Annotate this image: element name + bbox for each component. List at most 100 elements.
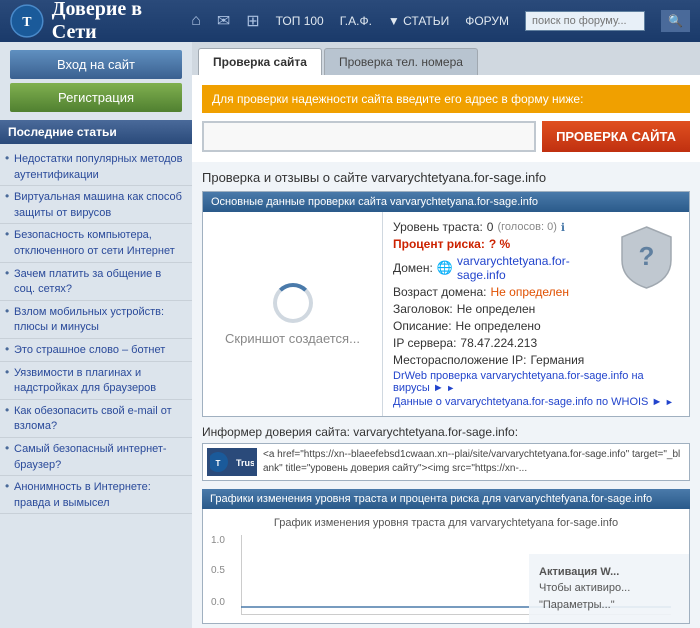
sidebar-article-item: Самый безопасный интернет-браузер? (0, 438, 192, 476)
sidebar-article-link-6[interactable]: Уязвимости в плагинах и надстройках для … (14, 367, 156, 395)
ip-row: IP сервера: 78.47.224.213 (393, 336, 679, 350)
graph-section: Графики изменения уровня траста и процен… (192, 485, 700, 628)
main-data-body: Скриншот создается... ? Уровень тра (203, 212, 689, 416)
email-icon[interactable]: ✉ (217, 11, 230, 31)
percent-value: ? % (489, 237, 510, 251)
y-label-2: 0.5 (211, 565, 225, 576)
sidebar-article-item: Анонимность в Интернете: правда и вымысе… (0, 476, 192, 514)
ip-label: IP сервера: (393, 336, 456, 350)
sidebar-article-link-3[interactable]: Зачем платить за общение в соц. сетях? (14, 268, 161, 296)
sidebar-article-link-9[interactable]: Анонимность в Интернете: правда и вымысе… (14, 481, 151, 509)
check-site-button[interactable]: ПРОВЕРКА САЙТА (542, 121, 690, 152)
activation-title: Активация W... (539, 564, 679, 581)
screenshot-text: Скриншот создается... (225, 331, 360, 346)
svg-text:?: ? (639, 241, 655, 271)
logo-area: Т Доверие в Сети (10, 0, 191, 44)
sidebar-article-item: Безопасность компьютера, отключенного от… (0, 224, 192, 262)
trust-votes: (голосов: 0) (497, 221, 556, 233)
check-section: Для проверки надежности сайта введите ег… (192, 75, 700, 162)
location-row: Месторасположение IP: Германия (393, 353, 679, 367)
top100-link[interactable]: ТОП 100 (276, 14, 324, 28)
sidebar-article-link-7[interactable]: Как обезопасить свой e-mail от взлома? (14, 405, 172, 433)
articles-link[interactable]: ▼ СТАТЬИ (388, 14, 449, 28)
header-row: Заголовок: Не определен (393, 302, 679, 316)
trust-shield-container: ? (619, 225, 674, 293)
activation-text2: "Параметры..." (539, 597, 679, 614)
sidebar-article-link-5[interactable]: Это страшное слово – ботнет (14, 344, 165, 356)
windows-activation-overlay: Активация W... Чтобы активиро... "Параме… (529, 554, 689, 624)
url-input[interactable] (202, 121, 536, 152)
domain-globe-icon: 🌐 (437, 260, 453, 276)
informer-section: Информер доверия сайта: varvarychtetyana… (192, 421, 700, 485)
trust-level-row: Уровень траста: 0 (голосов: 0) ℹ (393, 220, 614, 234)
percent-risk-row: Процент риска: ? % (393, 237, 614, 251)
sidebar: Вход на сайт Регистрация Последние стать… (0, 42, 192, 628)
login-button[interactable]: Вход на сайт (10, 50, 182, 79)
sidebar-articles-title: Последние статьи (0, 120, 192, 144)
domain-label: Домен: (393, 261, 433, 275)
content: Проверка сайта Проверка тел. номера Для … (192, 42, 700, 628)
domain-row: Домен: 🌐 varvarychtetyana.for-sage.info (393, 254, 614, 282)
sidebar-article-link-0[interactable]: Недостатки популярных методов аутентифик… (14, 153, 183, 181)
svg-text:Trust: Trust (236, 458, 254, 468)
percent-label: Процент риска: (393, 237, 485, 251)
sidebar-article-link-4[interactable]: Взлом мобильных устройств: плюсы и минус… (14, 306, 164, 334)
forum-link[interactable]: ФОРУМ (465, 14, 509, 28)
desc-row: Описание: Не определено (393, 319, 679, 333)
informer-code[interactable]: <a href="https://xn--blaeefebsd1cwaan.xn… (263, 448, 685, 476)
desc-label: Описание: (393, 319, 452, 333)
sidebar-article-link-8[interactable]: Самый безопасный интернет-браузер? (14, 443, 167, 471)
header-value: Не определен (457, 302, 536, 316)
loading-spinner (273, 283, 313, 323)
drweb-link[interactable]: DrWeb проверка varvarychtetyana.for-sage… (393, 370, 679, 394)
trust-level-value: 0 (487, 220, 494, 234)
header: Т Доверие в Сети ⌂ ✉ ⊞ ТОП 100 Г.А.Ф. ▼ … (0, 0, 700, 42)
register-button[interactable]: Регистрация (10, 83, 182, 112)
main-layout: Вход на сайт Регистрация Последние стать… (0, 42, 700, 628)
grid-icon[interactable]: ⊞ (246, 11, 259, 31)
sidebar-article-item: Зачем платить за общение в соц. сетях? (0, 263, 192, 301)
trust-info-icon[interactable]: ℹ (561, 221, 565, 234)
age-label: Возраст домена: (393, 285, 486, 299)
search-input[interactable] (525, 11, 645, 31)
sidebar-article-item: Взлом мобильных устройств: плюсы и минус… (0, 301, 192, 339)
site-title: Доверие в Сети (52, 0, 191, 44)
graph-body: График изменения уровня траста для varva… (202, 509, 690, 624)
tab-check-phone[interactable]: Проверка тел. номера (324, 48, 478, 75)
domain-value: varvarychtetyana.for-sage.info (457, 254, 614, 282)
check-prompt: Для проверки надежности сайта введите ег… (202, 85, 690, 113)
trust-level-label: Уровень траста: (393, 220, 483, 234)
home-icon[interactable]: ⌂ (191, 12, 201, 30)
graph-header: Графики изменения уровня траста и процен… (202, 489, 690, 509)
location-label: Месторасположение IP: (393, 353, 526, 367)
activation-text1: Чтобы активиро... (539, 580, 679, 597)
informer-box: Т Trust <a href="https://xn--blaeefebsd1… (202, 443, 690, 481)
sidebar-article-link-2[interactable]: Безопасность компьютера, отключенного от… (14, 229, 175, 257)
age-value: Не определен (490, 285, 569, 299)
tab-check-site[interactable]: Проверка сайта (198, 48, 322, 75)
screenshot-area: Скриншот создается... (203, 212, 383, 416)
results-section: Проверка и отзывы о сайте varvarychtetya… (192, 162, 700, 421)
info-area: ? Уровень траста: 0 (голосов: 0) ℹ Проце… (383, 212, 689, 416)
trust-shield-icon: ? (619, 225, 674, 290)
location-value: Германия (530, 353, 584, 367)
informer-logo: Т Trust (207, 448, 257, 476)
ip-value: 78.47.224.213 (460, 336, 537, 350)
sidebar-article-item: Уязвимости в плагинах и надстройках для … (0, 362, 192, 400)
sidebar-article-item: Как обезопасить свой e-mail от взлома? (0, 400, 192, 438)
results-title: Проверка и отзывы о сайте varvarychtetya… (202, 170, 690, 185)
whois-link[interactable]: Данные о varvarychtetyana.for-sage.info … (393, 396, 679, 408)
sidebar-article-link-1[interactable]: Виртуальная машина как способ защиты от … (14, 191, 182, 219)
svg-text:Т: Т (22, 15, 32, 30)
sidebar-article-item: Недостатки популярных методов аутентифик… (0, 148, 192, 186)
domain-age-row: Возраст домена: Не определен (393, 285, 614, 299)
sidebar-articles-list: Недостатки популярных методов аутентифик… (0, 144, 192, 518)
sidebar-article-item: Виртуальная машина как способ защиты от … (0, 186, 192, 224)
tabs: Проверка сайта Проверка тел. номера (192, 42, 700, 75)
main-data-box: Основные данные проверки сайта varvarych… (202, 191, 690, 417)
faq-link[interactable]: Г.А.Ф. (340, 14, 372, 28)
informer-logo-icon: Т Trust (210, 449, 254, 475)
search-button[interactable]: 🔍 (661, 10, 690, 32)
informer-title: Информер доверия сайта: varvarychtetyana… (202, 425, 690, 439)
main-data-header: Основные данные проверки сайта varvarych… (203, 192, 689, 212)
